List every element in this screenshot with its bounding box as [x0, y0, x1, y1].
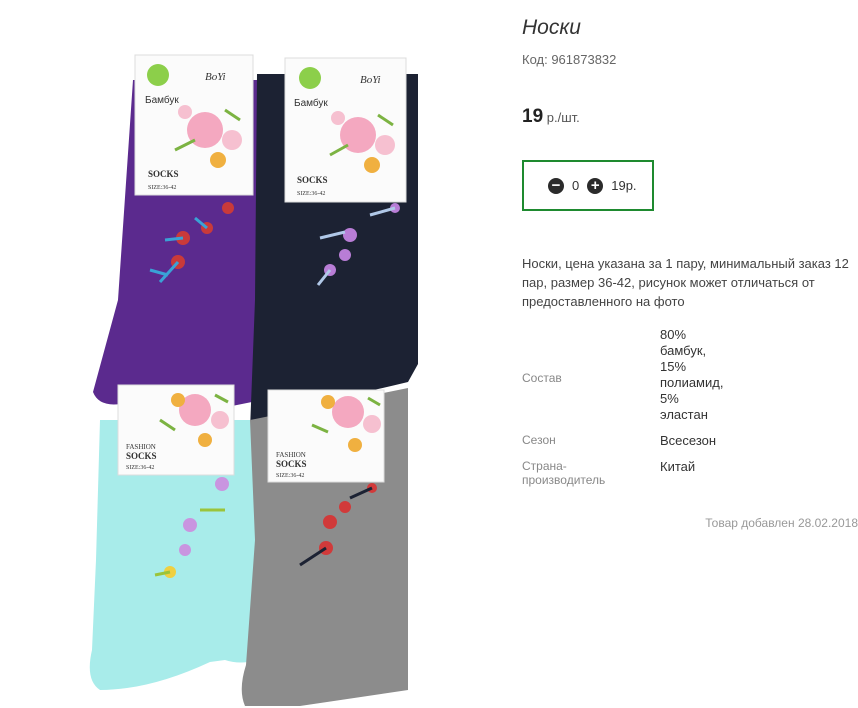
price-unit: р./шт.: [543, 110, 580, 125]
date-added: Товар добавлен 28.02.2018: [705, 516, 858, 530]
tag-purple-sock: Бамбук BoYi SOCKS SIZE:36-42: [134, 54, 254, 196]
tag-bamboo-label-1: Бамбук: [145, 94, 179, 106]
tag-size-label-3: SIZE:36-42: [126, 465, 154, 471]
tag-socks-label-1: SOCKS: [148, 169, 179, 179]
product-price: 19 р./шт.: [522, 106, 580, 128]
minus-circle-icon[interactable]: −: [548, 177, 564, 194]
product-description: Носки, цена указана за 1 пару, минимальн…: [522, 256, 849, 309]
quantity-selector: − 0 + 19р.: [522, 160, 654, 211]
tag-mint-sock: FASHION SOCKS SIZE:36-42: [117, 384, 235, 476]
property-value: 80% бамбук, 15% полиамид, 5% эластан: [660, 327, 724, 422]
total-price: 19р.: [611, 178, 637, 193]
tag-fashion-label-4: FASHION: [276, 451, 306, 459]
tag-socks-label-3: SOCKS: [126, 451, 157, 461]
tag-socks-label-4: SOCKS: [276, 459, 307, 469]
product-info-panel: Носки Код: 961873832 19 р./шт. − 0 + 19р…: [522, 0, 858, 708]
property-row: Состав 80% бамбук, 15% полиамид, 5% элас…: [522, 327, 852, 423]
tag-socks-label-2: SOCKS: [297, 175, 328, 185]
properties-table: Состав 80% бамбук, 15% полиамид, 5% элас…: [522, 327, 852, 497]
plus-circle-icon[interactable]: +: [587, 177, 604, 194]
tag-navy-sock: Бамбук BoYi SOCKS SIZE:36-42: [284, 57, 407, 203]
price-value: 19: [522, 106, 544, 127]
property-value: Всесезон: [660, 433, 717, 448]
tag-size-label-2: SIZE:36-42: [297, 191, 325, 197]
property-row: Страна-производитель Китай: [522, 459, 852, 487]
tag-size-label-4: SIZE:36-42: [276, 473, 304, 479]
tag-fashion-label-3: FASHION: [126, 443, 156, 451]
tag-size-label-1: SIZE:36-42: [148, 185, 176, 191]
property-row: Сезон Всесезон: [522, 433, 852, 449]
tag-brand-label-2: BoYi: [360, 74, 381, 86]
tag-brand-label-1: BoYi: [205, 71, 226, 83]
property-value: Китай: [660, 459, 696, 474]
property-key: Страна-производитель: [522, 459, 606, 487]
tag-bamboo-label-2: Бамбук: [294, 97, 328, 109]
property-key: Состав: [522, 371, 562, 385]
quantity-value: 0: [572, 178, 580, 193]
product-title: Носки: [522, 16, 581, 39]
tag-gray-sock: FASHION SOCKS SIZE:36-42: [267, 389, 385, 483]
product-code: Код: 961873832: [522, 52, 617, 67]
property-key: Сезон: [522, 433, 556, 447]
product-photo: Бамбук BoYi SOCKS SIZE:36-42 Бамбук BoYi…: [89, 54, 418, 706]
